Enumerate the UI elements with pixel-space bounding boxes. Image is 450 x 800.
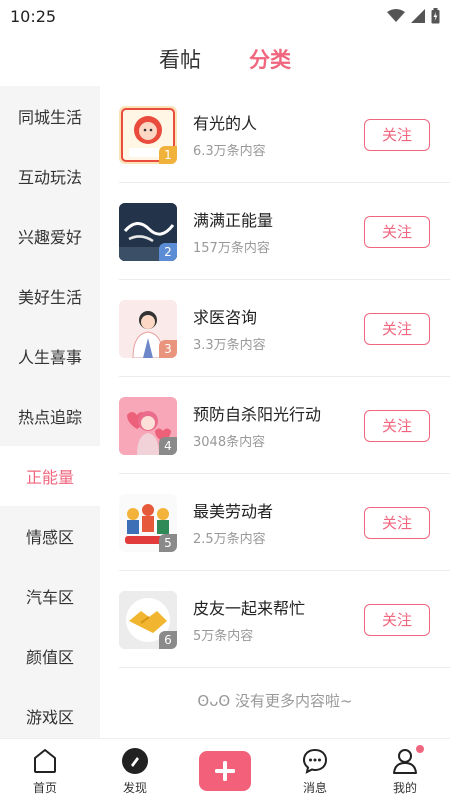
- topic-row[interactable]: 2 满满正能量 157万条内容 关注: [100, 183, 450, 280]
- rank-badge: 3: [159, 339, 177, 358]
- topic-row[interactable]: 1 有光的人 6.3万条内容 关注: [100, 86, 450, 183]
- signal-icon: [411, 9, 425, 23]
- plus-icon: [199, 751, 251, 791]
- topic-row[interactable]: 4 预防自杀阳光行动 3048条内容 关注: [100, 377, 450, 474]
- rank-badge: 2: [159, 242, 177, 261]
- sidebar-item-qinggan[interactable]: 情感区: [0, 506, 100, 566]
- nav-profile-label: 我的: [392, 781, 417, 795]
- sidebar-item-hudong[interactable]: 互动玩法: [0, 146, 100, 206]
- topic-row[interactable]: 3 求医咨询 3.3万条内容 关注: [100, 280, 450, 377]
- rank-badge: 5: [159, 533, 177, 552]
- topic-row[interactable]: 6 皮友一起来帮忙 5万条内容 关注: [100, 571, 450, 668]
- message-icon: [301, 747, 329, 775]
- no-more-content: ʘᴗʘ 没有更多内容啦~: [197, 692, 353, 710]
- sidebar-item-yanzhi[interactable]: 颜值区: [0, 626, 100, 686]
- topic-thumbnail: 1: [119, 105, 177, 164]
- follow-button[interactable]: 关注: [364, 409, 430, 442]
- sidebar-item-tongcheng[interactable]: 同城生活: [0, 86, 100, 146]
- nav-home[interactable]: 首页: [0, 739, 90, 800]
- rank-badge: 6: [159, 630, 177, 649]
- sidebar-item-youxi[interactable]: 游戏区: [0, 686, 100, 738]
- nav-messages-label: 消息: [302, 781, 327, 795]
- sidebar-item-redian[interactable]: 热点追踪: [0, 386, 100, 446]
- topic-thumbnail: 4: [119, 396, 177, 455]
- nav-discover[interactable]: 发现: [90, 739, 180, 800]
- topic-row[interactable]: 5 最美劳动者 2.5万条内容 关注: [100, 474, 450, 571]
- follow-button[interactable]: 关注: [364, 603, 430, 636]
- topic-thumbnail: 5: [119, 493, 177, 552]
- nav-messages[interactable]: 消息: [270, 739, 360, 800]
- nav-home-label: 首页: [32, 781, 57, 795]
- status-time: 10:25: [10, 6, 57, 26]
- bottom-nav: 首页 发现 消息 我的: [0, 738, 450, 800]
- sidebar-item-qiche[interactable]: 汽车区: [0, 566, 100, 626]
- tab-kantie[interactable]: 看帖: [159, 44, 201, 74]
- sidebar-item-xingqu[interactable]: 兴趣爱好: [0, 206, 100, 266]
- status-icons: [387, 8, 440, 24]
- nav-discover-label: 发现: [122, 781, 147, 795]
- nav-profile[interactable]: 我的: [360, 739, 450, 800]
- compass-icon: [121, 747, 149, 775]
- category-sidebar: 同城生活 互动玩法 兴趣爱好 美好生活 人生喜事 热点追踪 正能量 情感区 汽车…: [0, 86, 100, 738]
- follow-button[interactable]: 关注: [364, 118, 430, 151]
- battery-icon: [431, 8, 440, 24]
- topic-thumbnail: 2: [119, 202, 177, 261]
- status-bar: 10:25: [0, 0, 450, 32]
- wifi-icon: [387, 9, 405, 22]
- topic-thumbnail: 3: [119, 299, 177, 358]
- follow-button[interactable]: 关注: [364, 215, 430, 248]
- follow-button[interactable]: 关注: [364, 312, 430, 345]
- top-tabs: 看帖 分类: [0, 32, 450, 86]
- user-icon: [391, 747, 419, 775]
- nav-publish[interactable]: [180, 739, 270, 800]
- sidebar-item-rensheng[interactable]: 人生喜事: [0, 326, 100, 386]
- home-icon: [31, 747, 59, 775]
- follow-button[interactable]: 关注: [364, 506, 430, 539]
- topic-thumbnail: 6: [119, 590, 177, 649]
- sidebar-item-meihao[interactable]: 美好生活: [0, 266, 100, 326]
- notification-dot: [416, 745, 424, 753]
- rank-badge: 4: [159, 436, 177, 455]
- tab-fenlei[interactable]: 分类: [249, 44, 291, 74]
- topic-list: 1 有光的人 6.3万条内容 关注 2 满满正能量 157万条内容 关注 3 求…: [100, 86, 450, 738]
- rank-badge: 1: [159, 145, 177, 164]
- sidebar-item-zhengnengliang[interactable]: 正能量: [0, 446, 100, 506]
